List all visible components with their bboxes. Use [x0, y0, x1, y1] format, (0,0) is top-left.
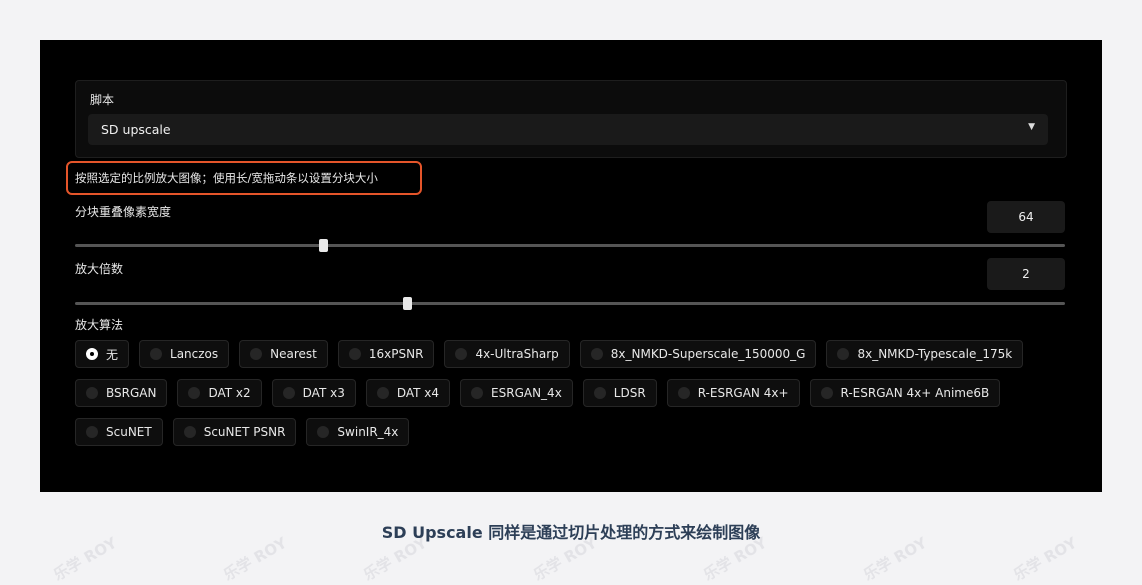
radio-dot-icon	[590, 348, 603, 360]
radio-dot-icon	[86, 387, 98, 399]
algorithm-option-label: ESRGAN_4x	[491, 386, 562, 400]
algorithm-option-label: LDSR	[613, 386, 646, 400]
algorithm-option-label: R-ESRGAN 4x+ Anime6B	[840, 386, 990, 400]
algorithm-option[interactable]: Lanczos	[139, 340, 230, 368]
chevron-down-icon: ▼	[1028, 122, 1035, 132]
algorithm-row: BSRGAN DAT x2 DAT x3 DAT x4 ESRGAN_4x LDSR R-E…	[75, 379, 1075, 407]
algorithm-option[interactable]: 无	[75, 340, 130, 368]
scale-slider-thumb[interactable]	[402, 297, 412, 310]
algorithm-option-label: BSRGAN	[106, 386, 157, 400]
overlap-label: 分块重叠像素宽度	[75, 205, 172, 219]
script-label: 脚本	[90, 93, 115, 107]
radio-dot-icon	[376, 387, 389, 399]
algorithm-option[interactable]: SwinIR_4x	[306, 418, 410, 446]
algorithm-option[interactable]: Nearest	[239, 340, 328, 368]
upscale-panel: 脚本 SD upscale ▼ 按照选定的比例放大图像；使用长/宽拖动条以设置分…	[40, 40, 1102, 492]
script-dropdown[interactable]: SD upscale ▼	[88, 114, 1048, 145]
caption: SD Upscale 同样是通过切片处理的方式来绘制图像	[381, 523, 761, 542]
algorithm-option[interactable]: R-ESRGAN 4x+	[666, 379, 800, 407]
overlap-slider[interactable]	[75, 239, 1065, 252]
radio-dot-icon	[150, 348, 163, 360]
algorithm-option[interactable]: R-ESRGAN 4x+ Anime6B	[809, 379, 1001, 407]
radio-dot-icon	[188, 387, 201, 399]
algorithm-row: 无 Lanczos Nearest 16xPSNR 4x-UltraSharp 8x_NM…	[75, 340, 1075, 368]
radio-dot-icon	[471, 387, 484, 399]
algorithm-option[interactable]: DAT x2	[177, 379, 262, 407]
algorithm-option-label: ScuNET PSNR	[203, 425, 286, 439]
radio-dot-icon	[86, 348, 98, 360]
algorithm-radio-group: 无 Lanczos Nearest 16xPSNR 4x-UltraSharp 8x_NM…	[75, 340, 1075, 457]
algorithm-option[interactable]: 16xPSNR	[337, 340, 435, 368]
algorithm-option-label: R-ESRGAN 4x+	[697, 386, 789, 400]
algorithm-option-label: 8x_NMKD-Typescale_175k	[857, 347, 1013, 361]
scale-label: 放大倍数	[75, 262, 124, 276]
radio-dot-icon	[183, 426, 196, 438]
algorithm-option-label: 8x_NMKD-Superscale_150000_G	[610, 347, 806, 361]
script-dropdown-value: SD upscale	[101, 122, 171, 137]
radio-dot-icon	[677, 387, 690, 399]
algorithm-option-label: DAT x2	[208, 386, 251, 400]
algorithm-option-label: 无	[106, 347, 119, 362]
algorithm-option[interactable]: LDSR	[582, 379, 657, 407]
radio-dot-icon	[837, 348, 850, 360]
algorithm-option[interactable]: ScuNET	[75, 418, 163, 446]
radio-dot-icon	[593, 387, 606, 399]
algorithm-option-label: 4x-UltraSharp	[475, 347, 559, 361]
scale-number-input[interactable]: 2	[987, 258, 1065, 290]
radio-dot-icon	[317, 426, 330, 438]
radio-dot-icon	[820, 387, 833, 399]
algorithm-option-label: Lanczos	[170, 347, 219, 361]
algorithm-option[interactable]: DAT x4	[365, 379, 451, 407]
algorithm-option-label: Nearest	[270, 347, 317, 361]
algorithm-option-label: DAT x3	[302, 386, 345, 400]
overlap-slider-thumb[interactable]	[318, 239, 328, 252]
radio-dot-icon	[86, 426, 98, 438]
scale-slider[interactable]	[75, 297, 1065, 310]
algorithm-option[interactable]: 8x_NMKD-Typescale_175k	[826, 340, 1024, 368]
algorithm-option-label: DAT x4	[396, 386, 440, 400]
algorithm-option[interactable]: DAT x3	[271, 379, 356, 407]
algorithm-row: ScuNET ScuNET PSNR SwinIR_4x	[75, 418, 1075, 446]
radio-dot-icon	[250, 348, 263, 360]
algorithm-option[interactable]: BSRGAN	[75, 379, 168, 407]
algorithm-option[interactable]: ScuNET PSNR	[172, 418, 297, 446]
algorithm-option-label: 16xPSNR	[368, 347, 424, 361]
radio-dot-icon	[455, 348, 468, 360]
radio-dot-icon	[348, 348, 361, 360]
script-description: 按照选定的比例放大图像；使用长/宽拖动条以设置分块大小	[75, 171, 378, 185]
radio-dot-icon	[282, 387, 295, 399]
algorithm-option-label: ScuNET	[106, 425, 152, 439]
algorithm-option[interactable]: 4x-UltraSharp	[444, 340, 570, 368]
overlap-number-input[interactable]: 64	[987, 201, 1065, 233]
algorithm-label: 放大算法	[75, 318, 124, 332]
algorithm-option[interactable]: 8x_NMKD-Superscale_150000_G	[579, 340, 817, 368]
script-section: 脚本 SD upscale ▼	[75, 80, 1067, 158]
algorithm-option-label: SwinIR_4x	[337, 425, 399, 439]
algorithm-option[interactable]: ESRGAN_4x	[460, 379, 573, 407]
